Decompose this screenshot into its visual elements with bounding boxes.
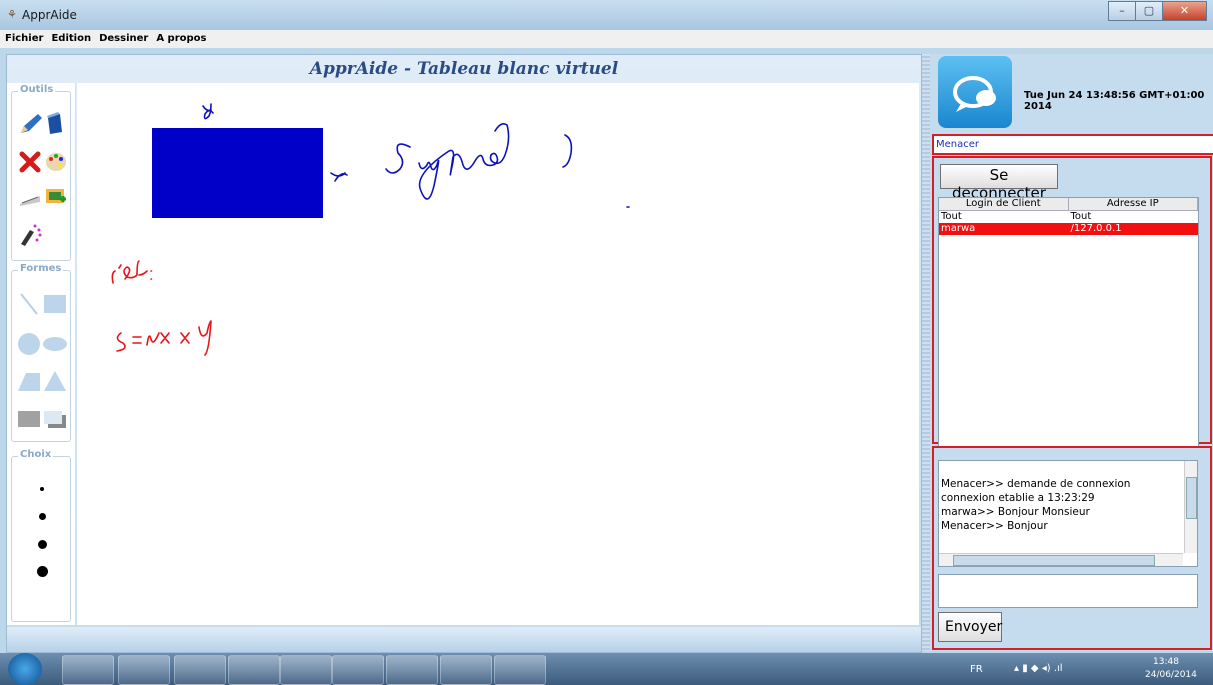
line-shape-icon[interactable] — [18, 291, 40, 317]
brush-size-xlarge[interactable] — [37, 566, 48, 577]
word-taskbar-icon[interactable] — [228, 655, 280, 685]
menu-bar: Fichier Edition Dessiner A propos — [0, 30, 1213, 48]
chat-message: marwa>> Bonjour Monsieur — [941, 506, 1090, 518]
chat-horizontal-scrollbar[interactable] — [939, 553, 1183, 566]
right-panel: Tue Jun 24 13:48:56 GMT+01:00 2014 Menac… — [930, 54, 1213, 651]
drawing-canvas[interactable] — [77, 83, 919, 625]
java-ide-taskbar-icon[interactable] — [386, 655, 438, 685]
app-taskbar-icon[interactable] — [440, 655, 492, 685]
app-taskbar-icon-2[interactable] — [494, 655, 546, 685]
pencil-icon[interactable] — [18, 112, 44, 136]
eraser-icon[interactable] — [45, 112, 65, 136]
board-footer — [7, 627, 921, 652]
brush-size-medium[interactable] — [39, 513, 46, 520]
table-row[interactable]: Tout Tout — [939, 211, 1198, 223]
parallelogram-shape-icon[interactable] — [16, 371, 42, 393]
connected-user-field: Menacer — [932, 134, 1213, 155]
title-bar: ⚘ ApprAide – ▢ ✕ — [0, 0, 1213, 30]
column-ip[interactable]: Adresse IP — [1068, 198, 1198, 210]
chat-vertical-scrollbar[interactable] — [1184, 461, 1197, 553]
tray-icons[interactable]: ▴ ▮ ◆ ◂) .ıl — [1014, 663, 1063, 674]
table-row-selected[interactable]: marwa /127.0.0.1 — [939, 223, 1198, 235]
chat-message: Menacer>> demande de connexion — [941, 478, 1131, 490]
chat-message: Menacer>> Bonjour — [941, 520, 1048, 532]
folder-taskbar-icon[interactable] — [174, 655, 226, 685]
tray-time[interactable]: 13:48 — [1153, 657, 1179, 667]
choix-label: Choix — [18, 449, 54, 460]
tray-date[interactable]: 24/06/2014 — [1145, 670, 1197, 680]
paint-taskbar-icon[interactable] — [332, 655, 384, 685]
client-login: Tout — [941, 211, 962, 222]
shadow-rectangle-icon[interactable] — [42, 409, 68, 429]
scroll-thumb[interactable] — [1186, 477, 1197, 519]
maximize-button[interactable]: ▢ — [1135, 1, 1163, 21]
column-login[interactable]: Login de Client — [939, 198, 1069, 210]
outils-label: Outils — [18, 84, 56, 95]
scroll-thumb[interactable] — [953, 555, 1155, 566]
formes-group: Formes — [11, 263, 71, 442]
add-image-icon[interactable] — [44, 186, 68, 208]
formes-label: Formes — [18, 263, 64, 274]
whiteboard-panel: ApprAide - Tableau blanc virtuel Outils … — [6, 54, 922, 653]
panel-splitter[interactable] — [922, 54, 930, 651]
choix-group: Choix — [11, 449, 71, 622]
drawn-rectangle — [152, 128, 323, 218]
client-ip: /127.0.0.1 — [1068, 223, 1198, 235]
language-indicator[interactable]: FR — [970, 664, 983, 675]
canvas-drawing — [111, 103, 630, 356]
board-title: ApprAide - Tableau blanc virtuel — [309, 59, 619, 79]
explorer-taskbar-icon[interactable] — [62, 655, 114, 685]
chat-logo-icon — [938, 56, 1012, 128]
delete-icon[interactable] — [18, 150, 42, 174]
close-button[interactable]: ✕ — [1162, 1, 1207, 21]
outils-group: Outils — [11, 84, 71, 261]
clients-table: Login de Client Adresse IP Tout Tout mar… — [938, 197, 1199, 457]
taskbar: FR ▴ ▮ ◆ ◂) .ıl 13:48 24/06/2014 — [0, 653, 1213, 685]
app-icon: ⚘ — [7, 8, 17, 21]
chat-log: Menacer>> demande de connexion connexion… — [938, 460, 1198, 567]
menu-fichier[interactable]: Fichier — [0, 30, 46, 48]
message-input[interactable] — [938, 574, 1198, 608]
chat-message: connexion etablie a 13:23:29 — [941, 492, 1095, 504]
chat-messages: Menacer>> demande de connexion connexion… — [941, 477, 1183, 533]
ink-cest-label — [111, 260, 153, 284]
menu-dessiner[interactable]: Dessiner — [94, 30, 151, 48]
brush-size-small[interactable] — [40, 487, 44, 491]
circle-shape-icon[interactable] — [16, 331, 42, 357]
palette-icon[interactable] — [44, 150, 68, 174]
menu-edition[interactable]: Edition — [46, 30, 94, 48]
rectangle-shape-icon[interactable] — [42, 293, 68, 315]
window-title: ApprAide — [22, 8, 77, 22]
tool-palette: Outils Formes Choix — [7, 83, 76, 625]
spray-icon[interactable] — [18, 222, 44, 248]
current-datetime: Tue Jun 24 13:48:56 GMT+01:00 2014 — [1024, 90, 1205, 112]
ink-label-y — [202, 103, 214, 120]
ink-formula — [116, 320, 212, 356]
client-login: marwa — [939, 223, 1069, 235]
skype-taskbar-icon[interactable] — [280, 655, 332, 685]
window-controls: – ▢ ✕ — [1108, 1, 1207, 21]
ink-label-x — [330, 172, 348, 182]
ink-surface-question — [385, 123, 630, 208]
menu-a-propos[interactable]: A propos — [151, 30, 209, 48]
triangle-shape-icon[interactable] — [42, 369, 68, 393]
start-button[interactable] — [8, 653, 42, 685]
chrome-taskbar-icon[interactable] — [118, 655, 170, 685]
brush-size-large[interactable] — [38, 540, 47, 549]
minimize-button[interactable]: – — [1108, 1, 1136, 21]
ellipse-shape-icon[interactable] — [42, 335, 68, 353]
clients-table-header: Login de Client Adresse IP — [939, 198, 1198, 211]
send-button[interactable]: Envoyer — [938, 612, 1002, 642]
disconnect-button[interactable]: Se deconnecter — [940, 164, 1058, 202]
filled-rectangle-icon[interactable] — [16, 409, 42, 429]
client-ip: Tout — [1070, 211, 1092, 222]
ruler-icon[interactable] — [18, 188, 42, 208]
